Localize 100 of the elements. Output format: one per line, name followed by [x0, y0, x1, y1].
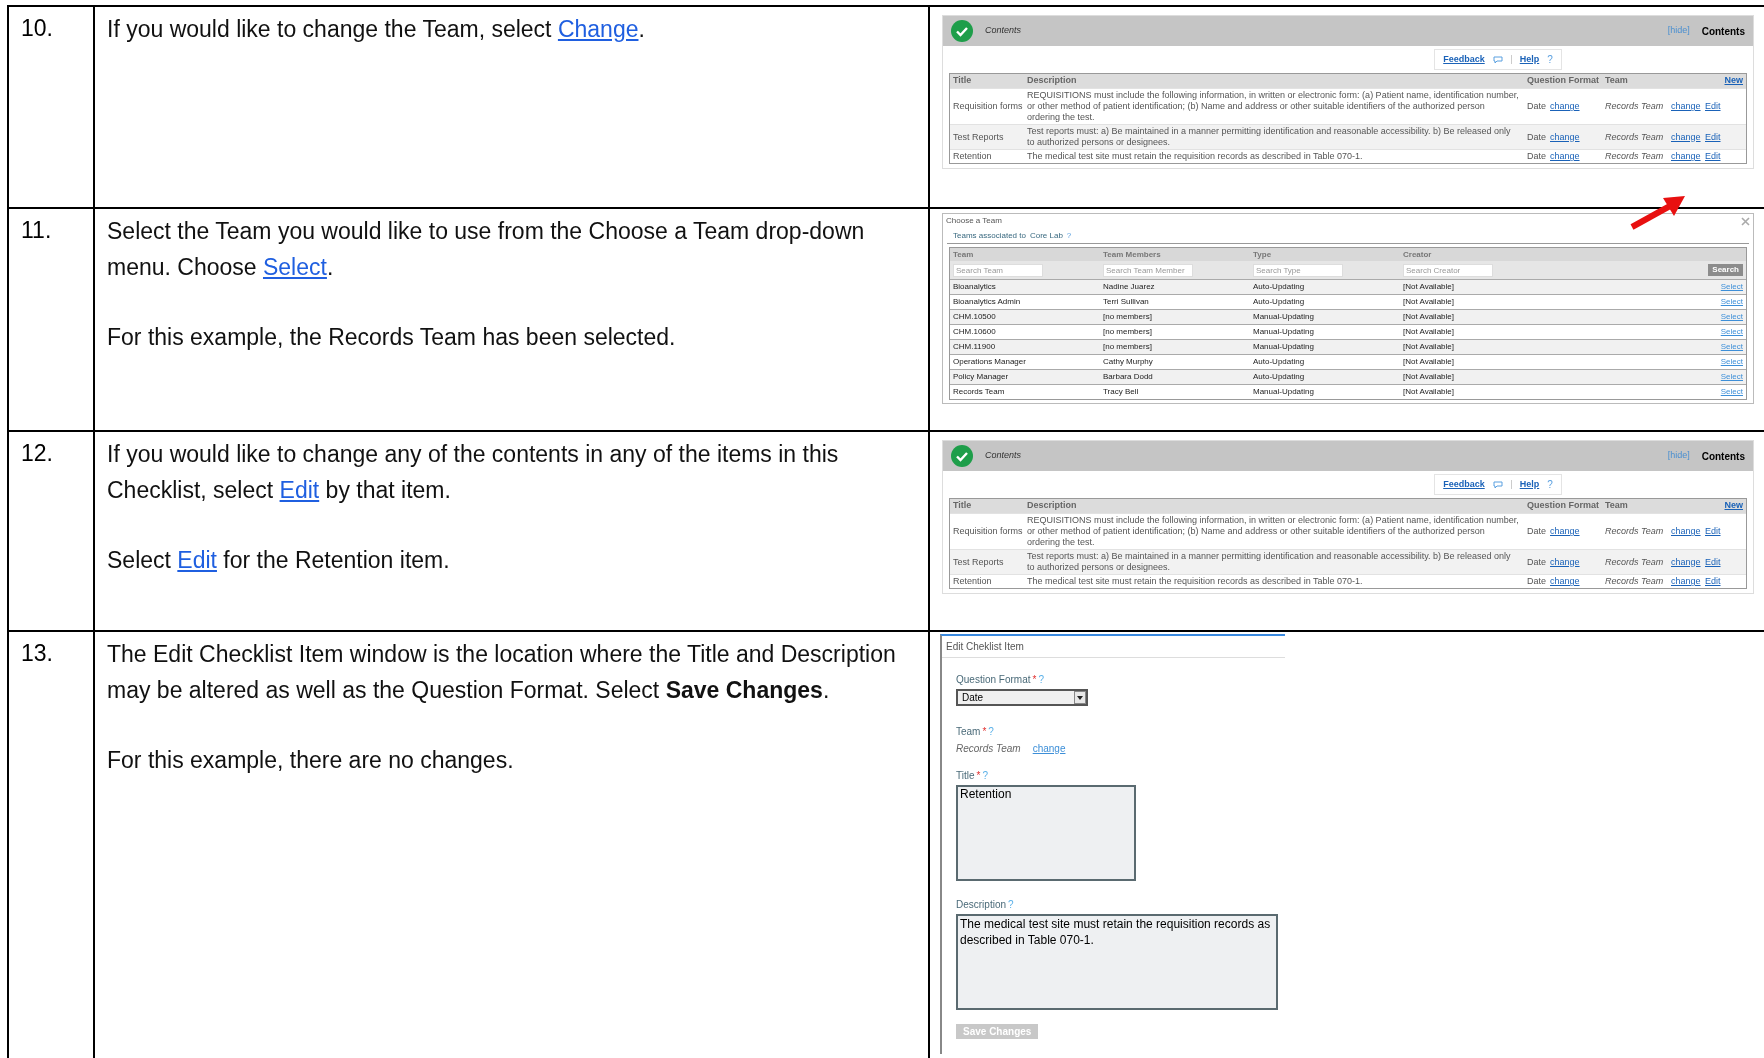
team-name: Records Team — [956, 742, 1021, 756]
help-mark: ? — [1038, 673, 1044, 687]
select-link[interactable]: Select — [1720, 371, 1743, 383]
required-mark: * — [982, 725, 987, 739]
column-header: Title — [953, 74, 973, 88]
search-field[interactable]: Search Creator — [1403, 263, 1493, 277]
table-cell-text: Records Team — [1605, 131, 1665, 143]
table-cell-text: Records Team — [1605, 576, 1665, 587]
table-cell: Date — [1527, 151, 1546, 162]
table-cell-text: Policy Manager — [953, 371, 1010, 383]
table-cell-text: Requisition forms — [953, 526, 1024, 537]
format-dropdown[interactable]: Date — [956, 689, 1088, 706]
change-link[interactable]: change — [1671, 556, 1705, 568]
table-cell-text: Operations Manager — [953, 356, 1027, 368]
change-link[interactable]: change — [1671, 526, 1705, 537]
change-link[interactable]: change — [1671, 101, 1705, 112]
help-mark: ? — [1547, 478, 1553, 492]
select-link[interactable]: Select — [1720, 311, 1743, 323]
text-link[interactable]: Change — [557, 16, 639, 42]
feedback-link[interactable]: Feedback — [1443, 477, 1485, 492]
check-circle-icon — [951, 20, 973, 42]
select-link[interactable]: Select — [1720, 281, 1743, 293]
edit-link[interactable]: Edit — [1705, 556, 1721, 568]
column-header: Team Members — [1103, 248, 1162, 261]
search-button[interactable]: Search — [1708, 264, 1743, 276]
select-link[interactable]: Select — [1720, 341, 1743, 353]
instruction-text: If you would like to change any of the contents in any of the items in this Checklist, select Edit by that item. — [107, 440, 840, 505]
select-link[interactable]: Select — [1720, 356, 1743, 368]
text-link[interactable]: Edit — [177, 547, 217, 573]
help-mark: ? — [1066, 229, 1072, 242]
table-cell-text: REQUISITIONS must include the following information, in written or electronic form: (a) Patient name, identification number, or other method of patient identification; (b) Name and address or other suitable identifiers of the authorized person ordering the test. — [1027, 90, 1520, 123]
table-cell-text: [Not Available] — [1403, 296, 1455, 308]
header-title: Contents — [1701, 24, 1745, 39]
table-cell-text: The medical test site must retain the requisition records as described in Table 070-1. — [1027, 151, 1364, 162]
table-cell-text: Requisition forms — [953, 101, 1024, 112]
change-link[interactable]: change — [1550, 526, 1580, 537]
text-link[interactable]: Select — [263, 254, 327, 280]
instruction-text: The Edit Checklist Item window is the location where the Title and Description may be altered as well as the Question Format. Select Save Changes. — [107, 640, 897, 705]
edit-link[interactable]: Edit — [1705, 131, 1721, 143]
column-header: Description — [1027, 499, 1078, 513]
change-link[interactable]: change — [1550, 101, 1580, 112]
table-cell-text: [no members] — [1103, 341, 1153, 353]
table-cell-text: Test reports must: a) Be maintained in a manner permitting identification and reasonable accessibility. b) Be released only to authorized persons or designees. — [1027, 126, 1512, 148]
table-cell-text: Bioanalytics — [953, 281, 997, 293]
column-header: Question Format — [1527, 499, 1600, 513]
edit-link[interactable]: Edit — [1705, 526, 1721, 537]
instruction-text: For this example, there are no changes. — [107, 746, 515, 775]
search-field[interactable]: Search Team — [953, 263, 1043, 277]
table-cell-text: CHM.10600 — [953, 326, 997, 338]
table-cell-text: Records Team — [1605, 526, 1665, 537]
new-link[interactable]: New — [1724, 74, 1743, 88]
description-field[interactable]: The medical test site must retain the requisition records as described in Table 070-1. — [956, 914, 1278, 1010]
help-mark: ? — [1547, 53, 1553, 67]
change-link[interactable]: change — [1550, 556, 1580, 568]
instruction-text: If you would like to change the Team, select Change. — [107, 15, 646, 44]
feedback-link[interactable]: Feedback — [1443, 52, 1485, 67]
search-field[interactable]: Search Type — [1253, 263, 1343, 277]
table-cell-text: Cathy Murphy — [1103, 356, 1154, 368]
table-cell-text: [Not Available] — [1403, 341, 1455, 353]
change-link[interactable]: change — [1671, 151, 1705, 162]
table-cell-text: Retention — [953, 151, 993, 162]
table-cell-text: Manual-Updating — [1253, 326, 1315, 338]
edit-link[interactable]: Edit — [1705, 101, 1721, 112]
table-cell-text: The medical test site must retain the requisition records as described in Table 070-1. — [1027, 576, 1364, 587]
change-link[interactable]: change — [1550, 576, 1580, 587]
table-cell-text: [Not Available] — [1403, 281, 1455, 293]
column-header: Team — [1605, 499, 1629, 513]
new-link[interactable]: New — [1724, 499, 1743, 513]
instruction-text: Select the Team you would like to use from the Choose a Team drop-down menu. Choose Select. — [107, 217, 866, 282]
table-cell-text: Terri Sullivan — [1103, 296, 1150, 308]
select-link[interactable]: Select — [1720, 296, 1743, 308]
close-icon[interactable] — [1741, 216, 1750, 226]
change-link[interactable]: change — [1671, 576, 1705, 587]
title-field[interactable]: Retention — [956, 785, 1136, 881]
table-cell-text: Auto-Updating — [1253, 371, 1306, 383]
table-cell-text: Bioanalytics Admin — [953, 296, 1022, 308]
table-cell-text: Auto-Updating — [1253, 356, 1306, 368]
text-link[interactable]: Edit — [279, 477, 320, 503]
column-header: Type — [1253, 248, 1273, 261]
change-link[interactable]: change — [1550, 151, 1580, 162]
edit-link[interactable]: Edit — [1705, 576, 1721, 587]
check-circle-icon — [951, 445, 973, 467]
column-header: Team — [953, 248, 975, 261]
speech-bubble-icon — [1492, 55, 1503, 64]
table-cell-text: [no members] — [1103, 311, 1153, 323]
table-cell-text: Manual-Updating — [1253, 386, 1315, 398]
help-link[interactable]: Help — [1519, 477, 1540, 492]
field-label: Description — [956, 898, 1007, 912]
change-link[interactable]: change — [1032, 741, 1066, 756]
header-title: Contents — [1701, 449, 1745, 464]
table-cell-text: Retention — [953, 576, 993, 587]
change-link[interactable]: change — [1671, 131, 1705, 143]
help-link[interactable]: Help — [1519, 52, 1540, 67]
select-link[interactable]: Select — [1720, 326, 1743, 338]
dialog-title: Edit Cheklist Item — [942, 636, 1285, 658]
edit-link[interactable]: Edit — [1705, 151, 1721, 162]
search-field[interactable]: Search Team Member — [1103, 263, 1193, 277]
table-cell: Date — [1527, 101, 1546, 112]
change-link[interactable]: change — [1550, 131, 1580, 143]
select-link[interactable]: Select — [1720, 386, 1743, 398]
